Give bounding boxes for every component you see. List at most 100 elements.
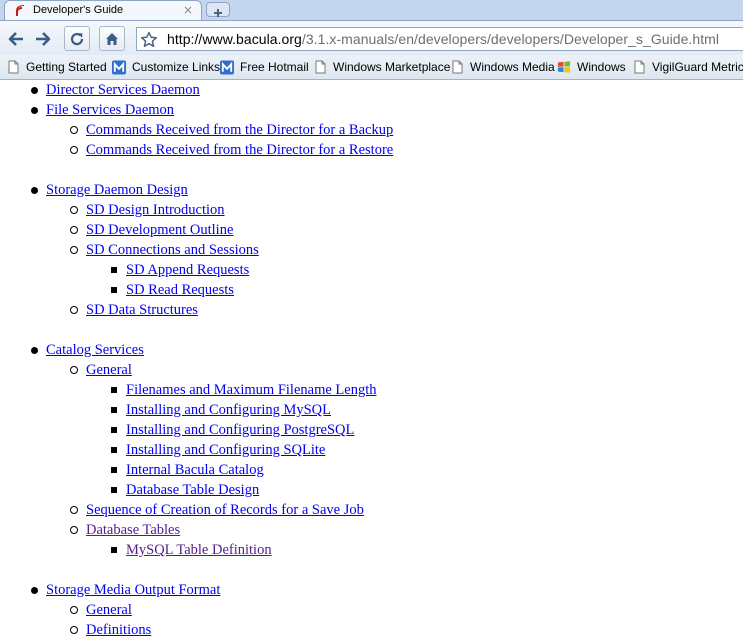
address-bar[interactable]: http://www.bacula.org/3.1.x-manuals/en/d…: [136, 27, 743, 51]
reload-button[interactable]: [64, 26, 90, 51]
bookmark-getting-started[interactable]: Getting Started: [6, 59, 107, 75]
list-item: File Services Daemon: [0, 100, 743, 120]
disc-bullet: [31, 347, 38, 354]
link-sequence-of-creation[interactable]: Sequence of Creation of Records for a Sa…: [86, 502, 364, 518]
circle-bullet: [70, 306, 78, 314]
link-sd-connections-sessions[interactable]: SD Connections and Sessions: [86, 242, 259, 258]
bookmark-free-hotmail[interactable]: Free Hotmail: [220, 59, 309, 75]
link-storage-media-output-format[interactable]: Storage Media Output Format: [46, 582, 220, 598]
link-definitions[interactable]: Definitions: [86, 622, 151, 638]
square-bullet: [111, 427, 117, 433]
link-media-general[interactable]: General: [86, 602, 132, 618]
circle-bullet: [70, 606, 78, 614]
circle-bullet: [70, 246, 78, 254]
toolbar: http://www.bacula.org/3.1.x-manuals/en/d…: [0, 21, 743, 55]
bookmark-vigilguard-metrics[interactable]: VigilGuard Metrics: [632, 59, 743, 75]
link-sd-development-outline[interactable]: SD Development Outline: [86, 222, 233, 238]
bookmark-label: Free Hotmail: [240, 60, 309, 74]
link-commands-restore[interactable]: Commands Received from the Director for …: [86, 142, 393, 158]
square-bullet: [111, 267, 117, 273]
link-storage-daemon-design[interactable]: Storage Daemon Design: [46, 182, 188, 198]
disc-bullet: [31, 107, 38, 114]
tab-title: Developer's Guide: [33, 4, 124, 16]
forward-button[interactable]: [30, 26, 56, 51]
bookmark-windows-media[interactable]: Windows Media: [450, 59, 555, 75]
circle-bullet: [70, 226, 78, 234]
square-bullet: [111, 387, 117, 393]
circle-bullet: [70, 366, 78, 374]
link-install-sqlite[interactable]: Installing and Configuring SQLite: [126, 442, 325, 458]
tab-developers-guide[interactable]: Developer's Guide ×: [4, 0, 202, 20]
list-item: Commands Received from the Director for …: [0, 140, 743, 160]
circle-bullet: [70, 626, 78, 634]
list-item: SD Connections and Sessions: [0, 240, 743, 260]
link-catalog-general[interactable]: General: [86, 362, 132, 378]
list-item: Internal Bacula Catalog: [0, 460, 743, 480]
disc-bullet: [31, 87, 38, 94]
new-tab-button[interactable]: [206, 2, 230, 17]
back-button[interactable]: [3, 26, 29, 51]
list-item: Commands Received from the Director for …: [0, 120, 743, 140]
link-commands-backup[interactable]: Commands Received from the Director for …: [86, 122, 393, 138]
page-icon: [450, 60, 464, 75]
msn-icon: [112, 60, 126, 75]
spacer: [0, 160, 743, 180]
link-database-table-design[interactable]: Database Table Design: [126, 482, 259, 498]
disc-bullet: [31, 187, 38, 194]
square-bullet: [111, 287, 117, 293]
forward-arrow-icon: [36, 31, 51, 46]
bookmark-windows-marketplace[interactable]: Windows Marketplace: [313, 59, 450, 75]
square-bullet: [111, 467, 117, 473]
circle-bullet: [70, 506, 78, 514]
list-item: Sequence of Creation of Records for a Sa…: [0, 500, 743, 520]
home-icon: [106, 32, 118, 45]
spacer: [0, 560, 743, 580]
link-sd-append-requests[interactable]: SD Append Requests: [126, 262, 249, 278]
circle-bullet: [70, 526, 78, 534]
back-arrow-icon: [8, 31, 23, 46]
link-catalog-services[interactable]: Catalog Services: [46, 342, 144, 358]
list-item: General: [0, 360, 743, 380]
list-item: Catalog Services: [0, 340, 743, 360]
link-sd-design-introduction[interactable]: SD Design Introduction: [86, 202, 225, 218]
bookmark-label: Getting Started: [26, 60, 107, 74]
bacula-favicon-icon: [16, 5, 24, 16]
link-install-postgresql[interactable]: Installing and Configuring PostgreSQL: [126, 422, 354, 438]
list-item: Director Services Daemon: [0, 80, 743, 100]
list-item: SD Data Structures: [0, 300, 743, 320]
link-director-services-daemon[interactable]: Director Services Daemon: [46, 82, 200, 98]
bookmark-star-icon[interactable]: [140, 31, 158, 48]
square-bullet: [111, 547, 117, 553]
square-bullet: [111, 447, 117, 453]
list-item: Database Tables: [0, 520, 743, 540]
circle-bullet: [70, 146, 78, 154]
url-text[interactable]: http://www.bacula.org/3.1.x-manuals/en/d…: [167, 31, 719, 47]
list-item: Installing and Configuring SQLite: [0, 440, 743, 460]
list-item: Filenames and Maximum Filename Length: [0, 380, 743, 400]
link-install-mysql[interactable]: Installing and Configuring MySQL: [126, 402, 331, 418]
link-internal-bacula-catalog[interactable]: Internal Bacula Catalog: [126, 462, 264, 478]
bookmark-label: VigilGuard Metrics: [652, 60, 743, 74]
bookmark-customize-links[interactable]: Customize Links: [112, 59, 220, 75]
link-sd-data-structures[interactable]: SD Data Structures: [86, 302, 198, 318]
plus-icon: [214, 9, 222, 17]
bookmark-label: Windows Marketplace: [333, 60, 451, 74]
list-item: Storage Daemon Design: [0, 180, 743, 200]
circle-bullet: [70, 206, 78, 214]
link-database-tables[interactable]: Database Tables: [86, 522, 180, 538]
close-tab-icon[interactable]: ×: [183, 2, 193, 18]
list-item: SD Read Requests: [0, 280, 743, 300]
link-filenames-max-length[interactable]: Filenames and Maximum Filename Length: [126, 382, 376, 398]
square-bullet: [111, 487, 117, 493]
url-path: /3.1.x-manuals/en/developers/developers/…: [301, 31, 720, 47]
link-sd-read-requests[interactable]: SD Read Requests: [126, 282, 234, 298]
link-mysql-table-definition[interactable]: MySQL Table Definition: [126, 542, 272, 558]
bookmark-windows[interactable]: Windows: [557, 59, 626, 75]
page-content: Director Services Daemon File Services D…: [0, 80, 743, 642]
list-item: SD Development Outline: [0, 220, 743, 240]
link-file-services-daemon[interactable]: File Services Daemon: [46, 102, 174, 118]
list-item: MySQL Table Definition: [0, 540, 743, 560]
page-icon: [6, 60, 20, 75]
home-button[interactable]: [99, 26, 125, 51]
table-of-contents: Director Services Daemon File Services D…: [0, 80, 743, 640]
